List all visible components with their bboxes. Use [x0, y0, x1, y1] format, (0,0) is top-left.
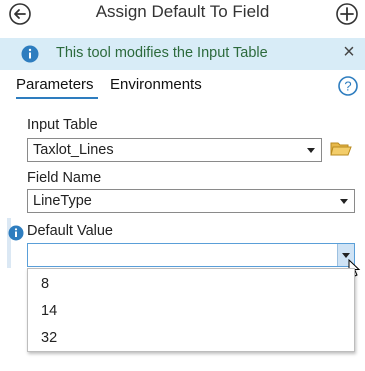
field-name-label: Field Name [27, 170, 102, 186]
svg-text:?: ? [344, 79, 351, 94]
field-name-value: LineType [33, 193, 92, 209]
field-name-select[interactable]: LineType [27, 189, 355, 213]
input-table-label: Input Table [27, 117, 98, 133]
default-value-dropdown: 8 14 32 [27, 268, 355, 352]
dropdown-option[interactable]: 8 [41, 276, 49, 292]
default-value-combobox[interactable] [27, 243, 355, 267]
default-value-label: Default Value [27, 223, 113, 239]
input-table-value: Taxlot_Lines [33, 142, 114, 158]
info-bar: This tool modifies the Input Table × [0, 38, 365, 70]
chevron-down-icon [340, 199, 348, 204]
info-icon[interactable] [8, 225, 24, 241]
info-message: This tool modifies the Input Table [56, 45, 268, 61]
close-icon[interactable]: × [339, 42, 359, 62]
input-table-select[interactable]: Taxlot_Lines [27, 138, 322, 162]
info-icon [21, 45, 39, 63]
dropdown-option[interactable]: 14 [41, 303, 57, 319]
tool-title: Assign Default To Field [95, 2, 270, 21]
chevron-down-icon [307, 148, 315, 153]
folder-icon[interactable] [330, 139, 352, 159]
tab-active-indicator [16, 97, 98, 99]
dropdown-option[interactable]: 32 [41, 330, 57, 346]
add-icon[interactable] [335, 2, 359, 26]
tab-environments[interactable]: Environments [110, 76, 202, 93]
chevron-down-icon [342, 253, 350, 258]
help-icon[interactable]: ? [338, 76, 358, 96]
tab-parameters[interactable]: Parameters [16, 76, 94, 93]
